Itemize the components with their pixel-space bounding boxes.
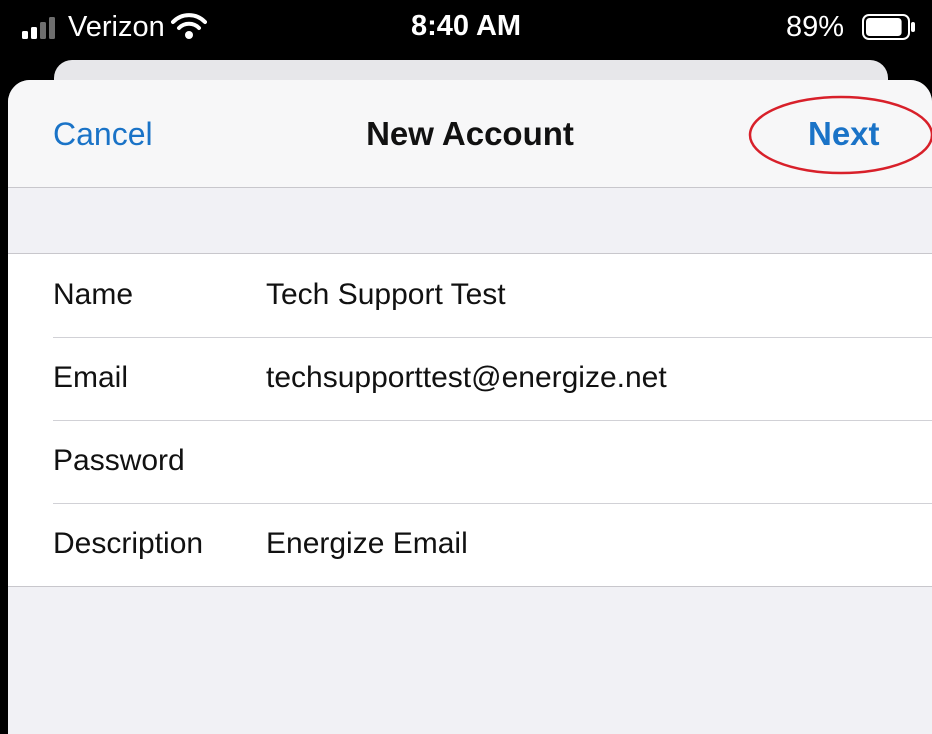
battery-icon	[862, 14, 915, 40]
status-bar: Verizon 8:40 AM 89%	[0, 0, 932, 58]
form-row-name[interactable]: Name Tech Support Test	[8, 254, 932, 337]
form-row-email[interactable]: Email techsupporttest@energize.net	[8, 337, 932, 420]
email-field[interactable]: techsupporttest@energize.net	[266, 359, 906, 397]
page-title: New Account	[366, 115, 574, 152]
description-field[interactable]: Energize Email	[266, 525, 906, 563]
email-label: Email	[53, 361, 129, 394]
password-label: Password	[53, 444, 185, 477]
form-row-password[interactable]: Password	[8, 420, 932, 503]
name-label: Name	[53, 278, 134, 311]
next-button[interactable]: Next	[808, 114, 880, 154]
name-field[interactable]: Tech Support Test	[266, 276, 906, 314]
form-row-description[interactable]: Description Energize Email	[8, 503, 932, 586]
navigation-bar: Cancel New Account Next	[8, 80, 932, 188]
account-form: Name Tech Support Test Email techsupport…	[8, 253, 932, 587]
description-label: Description	[53, 527, 204, 560]
battery-level-fill	[866, 18, 902, 36]
new-account-sheet: Cancel New Account Next Name Tech Suppor…	[8, 80, 932, 734]
battery-percentage: 89%	[786, 11, 845, 43]
